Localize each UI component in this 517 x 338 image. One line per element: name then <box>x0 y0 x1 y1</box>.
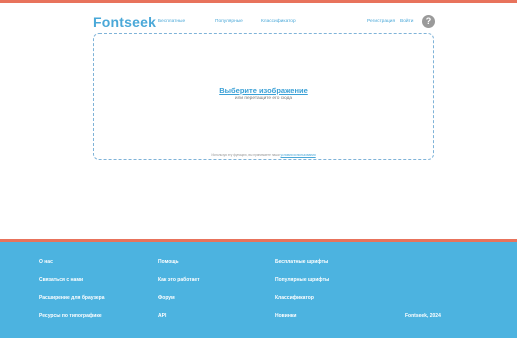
nav-popular-fonts[interactable]: Популярные <box>215 19 243 25</box>
footer-browser-extension-link[interactable]: Расширение для браузера <box>39 295 105 301</box>
footer-accent-stripe <box>0 239 517 242</box>
footer-popular-fonts-link[interactable]: Популярные шрифты <box>275 277 329 283</box>
footer-about-link[interactable]: О нас <box>39 259 53 265</box>
terms-notice-text: Используя эту функцию, вы принимаете наш… <box>211 153 280 157</box>
footer-help-link[interactable]: Помощь <box>158 259 179 265</box>
site-logo[interactable]: Fontseek <box>93 14 156 30</box>
register-link[interactable]: Регистрация <box>367 19 395 25</box>
footer-new-link[interactable]: Новинки <box>275 313 296 319</box>
nav-classifier[interactable]: Классификатор <box>261 19 296 25</box>
footer-copyright: Fontseek, 2024 <box>405 313 441 319</box>
footer-api-link[interactable]: API <box>158 313 166 319</box>
image-upload-dropzone[interactable]: Выберите изображение или перетащите его … <box>93 33 434 160</box>
site-footer: О нас Связаться с нами Расширение для бр… <box>0 239 517 338</box>
footer-classifier-link[interactable]: Классификатор <box>275 295 314 301</box>
site-header: Fontseek Бесплатные Популярные Классифик… <box>0 0 517 30</box>
terms-of-use-link[interactable]: условия использования <box>281 153 316 157</box>
choose-image-link[interactable]: Выберите изображение <box>94 86 433 95</box>
terms-notice: Используя эту функцию, вы принимаете наш… <box>94 153 433 157</box>
footer-contact-link[interactable]: Связаться с нами <box>39 277 83 283</box>
footer-how-it-works-link[interactable]: Как это работает <box>158 277 200 283</box>
login-link[interactable]: Войти <box>400 19 413 25</box>
drag-drop-hint: или перетащите его сюда <box>234 96 293 101</box>
footer-forum-link[interactable]: Форум <box>158 295 175 301</box>
help-icon[interactable]: ? <box>422 15 435 28</box>
footer-typography-resources-link[interactable]: Ресурсы по типографике <box>39 313 102 319</box>
nav-free-fonts[interactable]: Бесплатные <box>158 19 185 25</box>
footer-free-fonts-link[interactable]: Бесплатные шрифты <box>275 259 328 265</box>
